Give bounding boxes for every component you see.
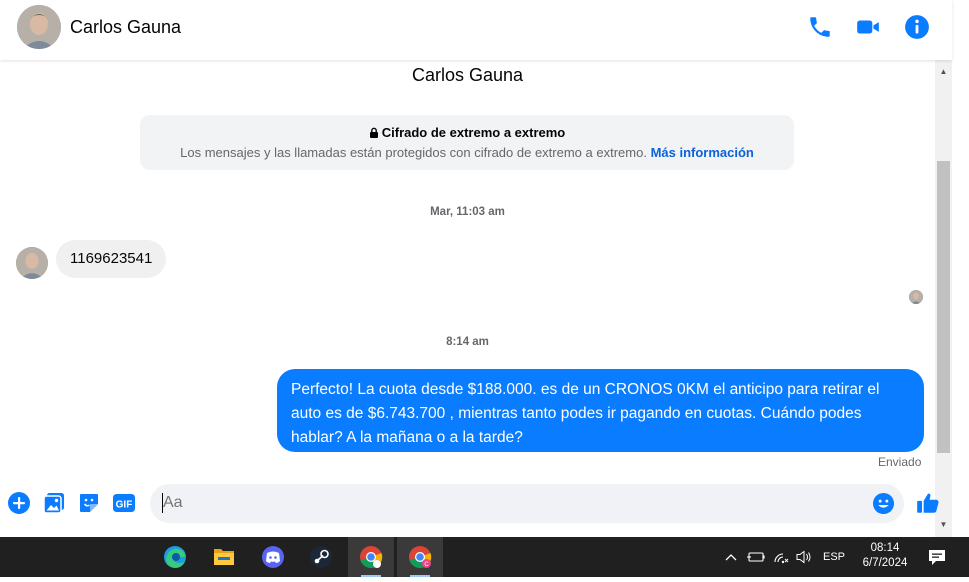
discord-icon[interactable]: [250, 537, 296, 577]
message-input[interactable]: [163, 494, 863, 512]
encryption-title-text: Cifrado de extremo a extremo: [381, 125, 566, 140]
incoming-message-bubble[interactable]: 1169623541: [56, 240, 167, 278]
chrome-profile-icon[interactable]: C: [397, 537, 443, 577]
timestamp-divider: Mar, 11:03 am: [430, 206, 505, 218]
thumbs-up-icon[interactable]: [915, 490, 941, 516]
phone-icon[interactable]: [807, 14, 833, 40]
contact-avatar[interactable]: [17, 5, 61, 49]
outgoing-message-bubble[interactable]: Perfecto! La cuota desde $188.000. es de…: [277, 369, 924, 452]
message-input-container[interactable]: [150, 484, 904, 523]
more-info-link[interactable]: Más información: [651, 145, 754, 160]
gif-icon[interactable]: GIF: [112, 491, 136, 515]
edge-icon[interactable]: [152, 537, 198, 577]
chat-header: Carlos Gauna: [0, 0, 952, 60]
lock-icon: [369, 127, 378, 138]
clock[interactable]: 08:14 6/7/2024: [856, 541, 914, 571]
seen-indicator-avatar: [909, 290, 923, 304]
scrollbar[interactable]: ▲ ▼: [935, 60, 952, 537]
messenger-window: Carlos Gauna ▲ ▼ Carlos Gauna Cifrado de…: [0, 0, 969, 537]
video-camera-icon[interactable]: [855, 14, 881, 40]
clock-time: 08:14: [870, 542, 900, 554]
notifications-icon[interactable]: [924, 537, 950, 577]
encryption-description: Los mensajes y las llamadas están proteg…: [140, 145, 794, 160]
thread-contact-name: Carlos Gauna: [411, 65, 524, 85]
scrollbar-thumb[interactable]: [937, 161, 950, 453]
image-icon[interactable]: [42, 491, 66, 515]
sticker-icon[interactable]: [77, 491, 101, 515]
encryption-description-text: Los mensajes y las llamadas están proteg…: [180, 145, 647, 160]
message-sender-avatar[interactable]: [16, 247, 48, 279]
info-icon[interactable]: [904, 14, 930, 40]
plus-circle-icon[interactable]: [7, 491, 31, 515]
clock-date: 6/7/2024: [862, 557, 908, 569]
windows-taskbar: C ESP 08:14 6/7/2024: [0, 537, 969, 577]
volume-icon[interactable]: [794, 537, 814, 577]
wifi-icon[interactable]: [771, 537, 791, 577]
steam-icon[interactable]: [298, 537, 344, 577]
chevron-up-icon[interactable]: [722, 537, 740, 577]
battery-plug-icon[interactable]: [745, 537, 767, 577]
emoji-icon[interactable]: [872, 492, 895, 515]
message-status: Enviado: [878, 455, 922, 469]
svg-text:GIF: GIF: [116, 500, 133, 511]
language-indicator[interactable]: ESP: [821, 537, 847, 577]
file-explorer-icon[interactable]: [201, 537, 247, 577]
timestamp-divider: 8:14 am: [446, 336, 489, 348]
chrome-icon[interactable]: [348, 537, 394, 577]
scroll-up-arrow-icon[interactable]: ▲: [935, 64, 952, 80]
header-contact-name[interactable]: Carlos Gauna: [70, 17, 181, 38]
encryption-notice: Cifrado de extremo a extremo Los mensaje…: [140, 115, 794, 170]
right-edge-strip: [952, 0, 969, 537]
svg-text:C: C: [424, 562, 429, 568]
encryption-title: Cifrado de extremo a extremo: [140, 125, 794, 140]
scroll-down-arrow-icon[interactable]: ▼: [935, 517, 952, 533]
